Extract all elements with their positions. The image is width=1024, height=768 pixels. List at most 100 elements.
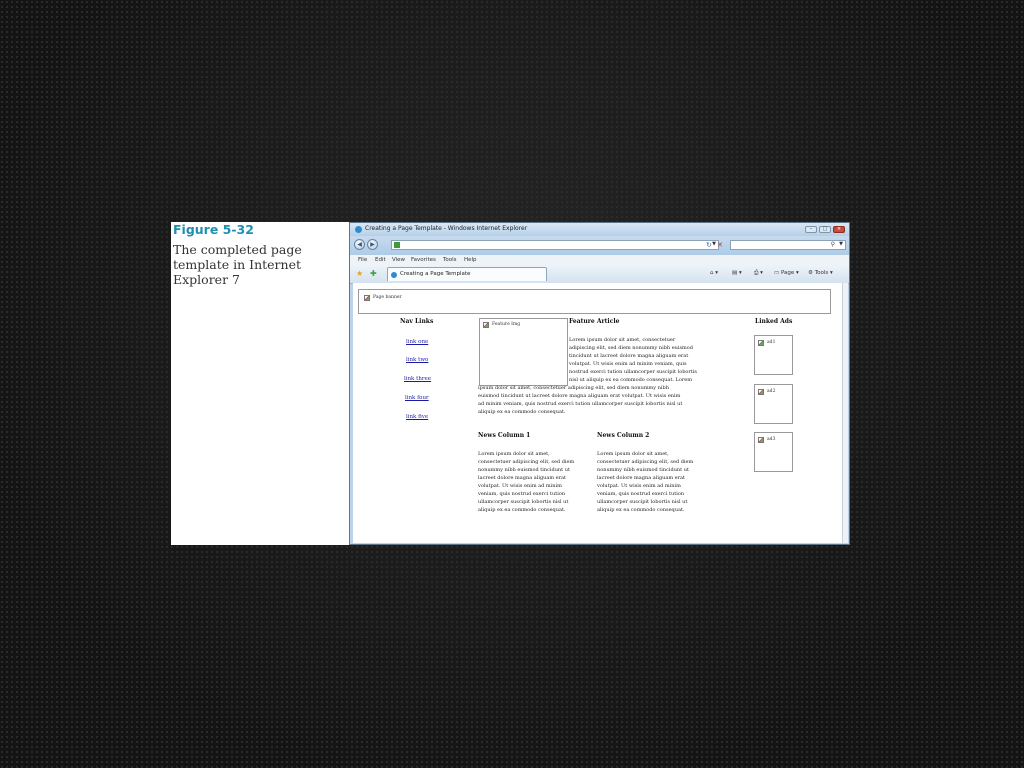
nav-link-two[interactable]: link two [406,357,428,363]
news-column-2-heading: News Column 2 [597,432,650,439]
print-icon[interactable]: ⎙ ▾ [754,270,763,277]
menu-bar: File Edit View Favorites Tools Help [350,255,849,265]
ad-alt-text: ad1 [767,340,776,345]
news-line: consectetuer adipiscing elit, sed diem [597,459,694,465]
nav-link-five[interactable]: link five [406,414,428,420]
chevron-down-icon[interactable]: ▼ [712,241,716,247]
maximize-button[interactable]: □ [819,226,831,233]
refresh-icon[interactable]: ↻ [706,241,712,249]
feature-heading: Feature Article [569,318,620,325]
news-line: veniam, quis nostrud exerci tution [597,491,685,497]
ad-image-1[interactable]: ad1 [754,335,793,375]
nav-link-three[interactable]: link three [404,376,431,382]
broken-image-icon [758,389,764,395]
feature-line: euismod tincidunt ut lacreet dolore magn… [478,393,681,399]
news-column-1-heading: News Column 1 [478,432,531,439]
feature-line: ipsum dolor sit amet, consectetuer adipi… [478,385,669,391]
news-column-2-text: Lorem ipsum dolor sit amet, consectetuer… [597,450,693,514]
home-icon[interactable]: ⌂ ▾ [710,270,718,276]
ie-logo-icon [355,226,362,233]
menu-view[interactable]: View [392,257,405,263]
feature-image-alt-text: Feature Img [492,322,521,327]
feature-article-text-bottom: ipsum dolor sit amet, consectetuer adipi… [478,384,682,416]
feature-line: tincidunt ut lacreet dolore magna aligua… [569,353,689,359]
menu-favorites[interactable]: Favorites [411,257,436,263]
page-banner: Page banner [358,289,831,314]
tools-menu-button[interactable]: ⚙ Tools ▾ [808,270,833,276]
figure-caption-panel: Figure 5-32 The completed page template … [171,222,349,545]
search-icon[interactable]: ⚲ [831,241,835,248]
ad-image-2[interactable]: ad2 [754,384,793,424]
browser-window: Creating a Page Template - Windows Inter… [349,222,850,545]
news-line: aliquip ex ea commodo consequat. [478,507,566,513]
ad-alt-text: ad2 [767,389,776,394]
address-bar[interactable]: ▼ [391,240,719,250]
feature-line: ad minim veniam, quis nostrud exerci tut… [478,401,683,407]
tools-menu-label: Tools [814,270,829,276]
news-line: consectetuer adipiscing elit, sed diem [478,459,575,465]
menu-help[interactable]: Help [464,257,477,263]
add-favorites-icon[interactable]: ✚ [370,269,377,278]
news-line: volutpat. Ut wisis enim ad minim [597,483,681,489]
back-button[interactable]: ◀ [354,239,365,250]
feature-line: aliquip ex ea commodo consequat. [478,409,566,415]
tab-title: Creating a Page Template [400,271,471,277]
broken-image-icon [364,295,370,301]
broken-image-icon [758,437,764,443]
page-viewport: Page banner Nav Links link one link two … [353,283,842,543]
search-input[interactable]: ⚲ ▼ [730,240,846,250]
page-menu-icon: ▭ [774,270,780,276]
news-line: Lorem ipsum dolor sit amet, [478,451,550,457]
nav-link-one[interactable]: link one [406,339,428,345]
broken-image-icon [758,340,764,346]
close-button[interactable]: × [833,226,845,233]
tab-row: ★ ✚ Creating a Page Template ⌂ ▾ ▤ ▾ ⎙ ▾… [350,265,849,284]
page-icon [394,242,400,248]
minimize-button[interactable]: – [805,226,817,233]
news-line: lacreet dolore magna aliguam erat [478,475,567,481]
menu-tools[interactable]: Tools [443,257,457,263]
news-line: nonummy nibh euismod tincidunt ut [478,467,570,473]
nav-link-four[interactable]: link four [405,395,429,401]
news-line: nonummy nibh euismod tincidunt ut [597,467,689,473]
menu-file[interactable]: File [358,257,367,263]
feature-article-text-top: Lorem ipsum dolor sit amet, consectetuer… [569,336,697,384]
page-menu-label: Page [780,270,795,276]
ad-alt-text: ad3 [767,437,776,442]
feature-line: adipiscing elit, sed diem nonummy nibh e… [569,345,693,351]
feeds-icon[interactable]: ▤ ▾ [732,270,742,276]
news-line: Lorem ipsum dolor sit amet, [597,451,669,457]
forward-button[interactable]: ▶ [367,239,378,250]
news-line: veniam, quis nostrud exerci tution [478,491,566,497]
gear-icon: ⚙ [808,270,813,276]
broken-image-icon [483,322,489,328]
chevron-down-icon[interactable]: ▼ [839,241,843,247]
figure-caption: The completed page template in Internet … [173,242,302,287]
tab-active[interactable]: Creating a Page Template [387,267,547,281]
stop-icon[interactable]: ✕ [717,241,723,249]
address-row: ◀ ▶ ▼ ↻ ✕ ⚲ ▼ [350,236,849,255]
menu-edit[interactable]: Edit [375,257,386,263]
banner-alt-text: Page banner [373,295,402,300]
feature-line: Lorem ipsum dolor sit amet, consectetuer [569,337,676,343]
ie-page-icon [391,272,397,278]
news-line: ullamcorper suscipit lobortis nisl ut [597,499,688,505]
nav-heading: Nav Links [400,318,434,325]
feature-line: volutpat. Ut wisis enim ad minim veniam,… [569,361,687,367]
ads-heading: Linked Ads [755,318,793,325]
page-menu-button[interactable]: ▭ Page ▾ [774,270,799,276]
news-line: aliquip ex ea commodo consequat. [597,507,685,513]
ad-image-3[interactable]: ad3 [754,432,793,472]
window-title: Creating a Page Template - Windows Inter… [365,225,528,232]
feature-line: nisl ut aliquip ex ea commodo consequat.… [569,377,692,383]
vertical-scrollbar[interactable] [842,283,848,543]
figure-label: Figure 5-32 [173,222,254,237]
title-bar: Creating a Page Template - Windows Inter… [350,223,849,236]
news-column-1-text: Lorem ipsum dolor sit amet, consectetuer… [478,450,574,514]
feature-line: nostrud exerci tution ullamcorper suscip… [569,369,697,375]
news-line: volutpat. Ut wisis enim ad minim [478,483,562,489]
news-line: lacreet dolore magna aliguam erat [597,475,686,481]
favorites-star-icon[interactable]: ★ [356,269,363,278]
feature-image: Feature Img [479,318,568,386]
news-line: ullamcorper suscipit lobortis nisl ut [478,499,569,505]
